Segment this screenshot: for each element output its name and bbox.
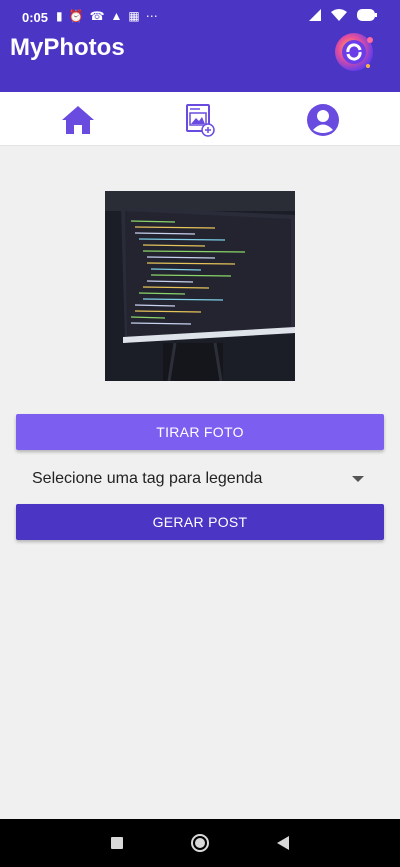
tag-select-value: Selecione uma tag para legenda <box>32 470 263 487</box>
app-header: 0:05 ▮ ⏰ ☎ ▲ ▦ ⋯ MyPhotos <box>0 0 400 92</box>
recents-icon <box>111 837 123 849</box>
tag-select[interactable]: Selecione uma tag para legenda <box>16 462 384 496</box>
app-title: MyPhotos <box>10 34 125 61</box>
tab-home[interactable] <box>58 100 98 140</box>
gallery-icon: ▦ <box>128 9 140 23</box>
wifi-icon <box>331 9 347 21</box>
home-icon <box>62 106 94 134</box>
tab-profile[interactable] <box>303 100 343 140</box>
vibrate-icon: ▮ <box>56 9 63 23</box>
photo-preview <box>105 191 295 381</box>
tab-bar <box>0 92 400 146</box>
battery-icon <box>357 9 377 21</box>
user-icon <box>307 104 339 136</box>
app-logo-icon <box>332 30 376 74</box>
alarm-icon: ⏰ <box>68 9 84 23</box>
take-photo-button[interactable]: TIRAR FOTO <box>16 414 384 450</box>
back-icon <box>277 836 289 850</box>
navigation-bar <box>0 819 400 867</box>
generate-post-button[interactable]: GERAR POST <box>16 504 384 540</box>
more-icon: ⋯ <box>145 9 158 23</box>
status-bar: 0:05 ▮ ⏰ ☎ ▲ ▦ ⋯ <box>0 0 400 34</box>
image-add-icon <box>186 104 215 137</box>
android-icon: ▲ <box>110 9 123 23</box>
whatsapp-icon: ☎ <box>89 9 105 23</box>
recents-button[interactable] <box>105 831 129 855</box>
notification-icons: ▮ ⏰ ☎ ▲ ▦ ⋯ <box>56 8 158 24</box>
dropdown-arrow-icon <box>352 476 364 482</box>
tab-new-post[interactable] <box>180 100 220 140</box>
home-nav-button[interactable] <box>188 831 212 855</box>
home-circle-icon <box>191 834 209 852</box>
app-screen: 0:05 ▮ ⏰ ☎ ▲ ▦ ⋯ MyPhotos TIRAR FOTO Sel… <box>0 0 400 867</box>
signal-icon <box>309 9 321 21</box>
status-time: 0:05 <box>22 10 49 25</box>
back-button[interactable] <box>271 831 295 855</box>
system-icons <box>308 8 378 22</box>
